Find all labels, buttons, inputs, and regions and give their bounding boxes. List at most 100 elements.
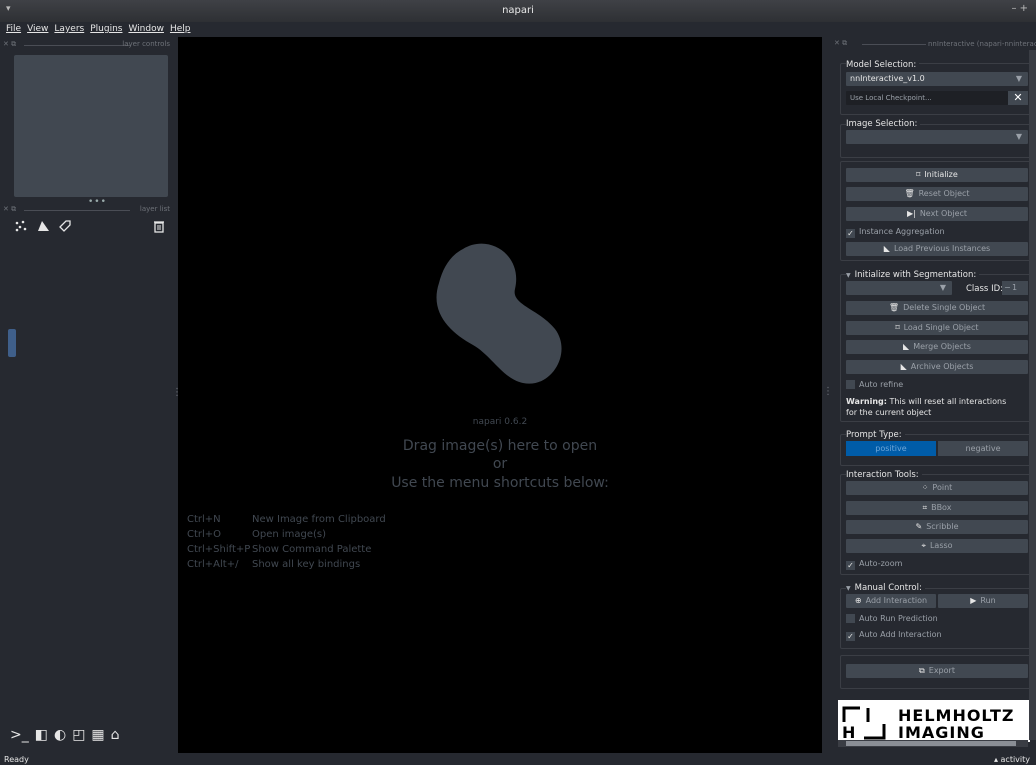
trash-icon: [154, 221, 164, 233]
negative-button[interactable]: negative: [938, 441, 1028, 456]
next-object-button[interactable]: ▶| Next Object: [846, 207, 1028, 221]
export-button[interactable]: ⧉ Export: [846, 664, 1028, 678]
auto-run-checkbox[interactable]: Auto Run Prediction: [846, 614, 938, 623]
trash-icon: 🗑: [888, 303, 900, 312]
dock-float-icon[interactable]: ✕ ⧉: [3, 40, 16, 49]
plugin-vertical-scrollbar[interactable]: [1029, 50, 1036, 740]
napari-logo-icon: [436, 243, 562, 384]
auto-refine-checkbox[interactable]: Auto refine: [846, 380, 903, 389]
load-previous-button[interactable]: ◣ Load Previous Instances: [846, 242, 1028, 256]
image-select[interactable]: ▼: [846, 130, 1028, 144]
merge-objects-button[interactable]: ◣ Merge Objects: [846, 340, 1028, 354]
menu-file[interactable]: File: [6, 24, 21, 34]
initialize-button[interactable]: ⌑ Initialize: [846, 168, 1028, 182]
new-labels-layer-button[interactable]: [56, 219, 74, 235]
lasso-tool-button[interactable]: ⌖ Lasso: [846, 539, 1028, 553]
archive-icon: ◣: [900, 362, 907, 371]
home-icon[interactable]: ⌂: [111, 727, 120, 743]
clear-checkpoint-button[interactable]: ✕: [1008, 91, 1028, 105]
plugin-dock-header: ✕ ⧉ nnInteractive (napari-nninteractive: [832, 37, 1036, 49]
new-points-layer-button[interactable]: [12, 219, 30, 235]
title-bar: ▾ napari – +: [0, 0, 1036, 22]
labels-icon: [59, 220, 71, 232]
positive-button[interactable]: positive: [846, 441, 936, 456]
menu-bar: File View Layers Plugins Window Help: [0, 22, 1036, 37]
menu-hint-text: Use the menu shortcuts below:: [391, 475, 609, 491]
instance-aggregation-checkbox[interactable]: ✓ Instance Aggregation: [846, 227, 945, 238]
activity-button[interactable]: ▴ activity: [994, 755, 1030, 764]
menu-help[interactable]: Help: [170, 24, 191, 34]
left-side-tab[interactable]: [8, 329, 16, 357]
status-bar: Ready ▴ activity: [0, 753, 1036, 765]
dock-float-icon-2[interactable]: ✕ ⧉: [3, 205, 16, 214]
model-selection-group: [840, 63, 1032, 115]
check-icon: ✓: [846, 561, 855, 570]
close-icon: ✕: [1013, 91, 1023, 104]
window-controls[interactable]: – +: [1011, 3, 1028, 14]
auto-add-checkbox[interactable]: ✓ Auto Add Interaction: [846, 630, 942, 641]
play-icon: ▶: [970, 596, 977, 605]
grid-icon[interactable]: ▦: [91, 727, 104, 743]
menu-window[interactable]: Window: [128, 24, 164, 34]
manual-control-label: ▼ Manual Control:: [846, 583, 925, 593]
layer-list-header: ✕ ⧉ layer list: [0, 205, 178, 215]
new-shapes-layer-button[interactable]: [34, 219, 52, 235]
prompt-type-label: Prompt Type:: [846, 430, 905, 440]
bbox-tool-button[interactable]: ⌗ BBox: [846, 501, 1028, 515]
helmholtz-corner-icon: [864, 724, 886, 740]
window-title: napari: [502, 5, 534, 16]
layer-controls-area: [14, 55, 168, 197]
roll-icon[interactable]: ◐: [54, 727, 66, 743]
run-button[interactable]: ▶ Run: [938, 594, 1028, 608]
segmentation-select[interactable]: ▼: [846, 281, 952, 295]
add-interaction-button[interactable]: ⊕ Add Interaction: [846, 594, 936, 608]
collapse-icon[interactable]: ▼: [846, 272, 851, 279]
plus-circle-icon: ⊕: [854, 596, 862, 605]
tag-icon: ⌑: [916, 170, 921, 179]
dock-close-icon[interactable]: ✕ ⧉: [834, 39, 847, 48]
collapse-icon[interactable]: ▼: [846, 585, 851, 592]
drag-text: Drag image(s) here to open: [402, 438, 598, 454]
checkpoint-input[interactable]: Use Local Checkpoint...: [846, 91, 1008, 105]
shortcut-row: Ctrl+Alt+/Show all key bindings: [187, 559, 361, 570]
archive-objects-button[interactable]: ◣ Archive Objects: [846, 360, 1028, 374]
bbox-icon: ⌗: [922, 503, 928, 512]
merge-icon: ◣: [883, 244, 890, 253]
merge-icon: ◣: [903, 342, 910, 351]
menu-plugins[interactable]: Plugins: [90, 24, 122, 34]
minus-icon[interactable]: −: [1004, 281, 1011, 295]
chevron-down-icon: ▼: [1015, 132, 1022, 141]
delete-layer-button[interactable]: [150, 219, 168, 235]
ndisplay-icon[interactable]: ◧: [35, 727, 48, 743]
model-select[interactable]: nnInteractive_v1.0 ▼: [846, 72, 1028, 86]
menu-layers[interactable]: Layers: [54, 24, 84, 34]
transpose-icon[interactable]: ◰: [72, 727, 85, 743]
point-tool-button[interactable]: ⁘ Point: [846, 481, 1028, 495]
status-text: Ready: [4, 755, 29, 764]
chevron-down-icon: ▼: [1015, 74, 1022, 83]
scrollbar-thumb[interactable]: [846, 741, 1016, 746]
interaction-tools-label: Interaction Tools:: [846, 470, 922, 480]
load-single-button[interactable]: ⌑ Load Single Object: [846, 321, 1028, 335]
export-icon: ⧉: [919, 666, 925, 675]
layer-controls-header: ✕ ⧉ layer controls: [0, 40, 178, 50]
class-id-stepper[interactable]: −1+: [1002, 281, 1036, 295]
tag-icon: ⌑: [895, 323, 900, 332]
viewer-canvas[interactable]: napari 0.6.2 Drag image(s) here to open …: [178, 37, 822, 753]
scribble-tool-button[interactable]: ✎ Scribble: [846, 520, 1028, 534]
image-selection-label: Image Selection:: [846, 119, 921, 129]
delete-single-button[interactable]: 🗑 Delete Single Object: [846, 301, 1028, 315]
model-selection-label: Model Selection:: [846, 60, 920, 70]
layer-list-label: layer list: [139, 205, 170, 213]
init-seg-label: ▼ Initialize with Segmentation:: [846, 270, 980, 280]
version-text: napari 0.6.2: [472, 417, 528, 427]
reset-object-button[interactable]: 🗑 Reset Object: [846, 187, 1028, 201]
auto-zoom-checkbox[interactable]: ✓ Auto-zoom: [846, 559, 902, 570]
menu-view[interactable]: View: [27, 24, 48, 34]
shortcut-row: Ctrl+Shift+P Show Command Palette: [187, 544, 372, 555]
pencil-icon: ✎: [915, 522, 923, 531]
points-icon: [15, 220, 27, 232]
console-icon[interactable]: >_: [10, 727, 29, 743]
shortcut-list: Ctrl+N New Image from Clipboard Ctrl+O Ope…: [187, 514, 386, 574]
plugin-horizontal-scrollbar[interactable]: [838, 740, 1028, 747]
